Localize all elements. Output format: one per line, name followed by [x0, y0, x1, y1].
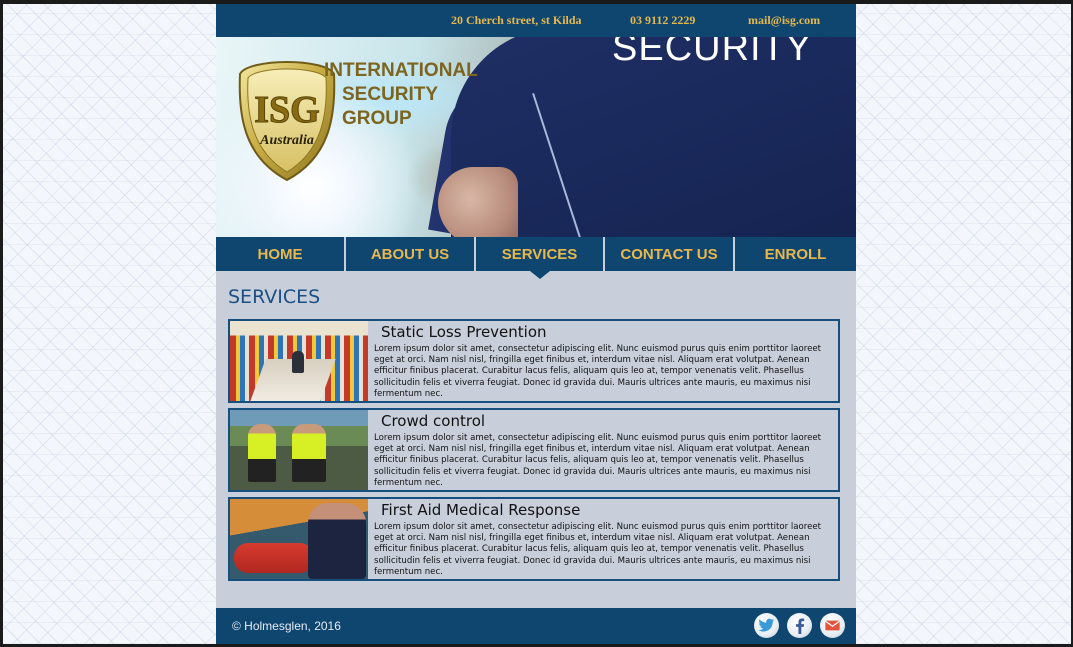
medic-figure [308, 503, 366, 579]
copyright-text: © Holmesglen, 2016 [232, 619, 341, 633]
page-title: SERVICES [228, 286, 321, 308]
service-image-first-aid [230, 499, 368, 579]
service-title: First Aid Medical Response [381, 501, 581, 519]
isg-logo-badge[interactable]: ISG Australia [238, 60, 336, 182]
service-card-static-loss[interactable]: Static Loss Prevention Lorem ipsum dolor… [228, 319, 840, 403]
facebook-f-icon [795, 618, 804, 634]
service-description: Lorem ipsum dolor sit amet, consectetur … [374, 344, 822, 399]
site-footer: © Holmesglen, 2016 [216, 608, 856, 644]
service-description: Lorem ipsum dolor sit amet, consectetur … [374, 522, 822, 577]
svg-text:Australia: Australia [259, 133, 314, 148]
service-image-crowd [230, 410, 368, 490]
nav-about-us[interactable]: ABOUT US [346, 237, 476, 271]
email-link[interactable]: mail@isg.com [748, 13, 820, 28]
service-title: Static Loss Prevention [381, 323, 547, 341]
banner-shirt-text: SECURITY [612, 37, 813, 69]
contact-bar: 20 Cherch street, st Kilda 03 9112 2229 … [216, 4, 856, 37]
address-text: 20 Cherch street, st Kilda [451, 13, 582, 27]
banner-arm [438, 167, 518, 237]
guard-figure-2 [292, 424, 326, 482]
logo-line-1: INTERNATIONAL [324, 60, 478, 81]
nav-contact-us[interactable]: CONTACT US [605, 237, 735, 271]
phone-text: 03 9112 2229 [630, 13, 696, 27]
nav-services[interactable]: SERVICES [476, 237, 605, 279]
service-card-crowd-control[interactable]: Crowd control Lorem ipsum dolor sit amet… [228, 408, 840, 492]
mail-icon[interactable] [820, 613, 845, 638]
patient-figure [234, 543, 314, 573]
twitter-bird-icon [758, 618, 775, 632]
twitter-icon[interactable] [754, 613, 779, 638]
hero-banner: SECURITY ISG Australia INTERNATIONAL SEC [216, 37, 856, 237]
main-nav: HOME ABOUT US SERVICES CONTACT US ENROLL [216, 237, 856, 279]
logo-line-2: SECURITY [342, 84, 439, 105]
service-image-store [230, 321, 368, 401]
service-title: Crowd control [381, 412, 486, 430]
logo-wordmark: INTERNATIONAL SECURITY GROUP [324, 59, 478, 131]
nav-enroll[interactable]: ENROLL [735, 237, 856, 271]
logo-line-3: GROUP [342, 108, 412, 129]
site-container: 20 Cherch street, st Kilda 03 9112 2229 … [216, 4, 856, 644]
guard-figure-1 [248, 424, 276, 482]
svg-text:ISG: ISG [254, 89, 319, 131]
service-card-first-aid[interactable]: First Aid Medical Response Lorem ipsum d… [228, 497, 840, 581]
nav-home[interactable]: HOME [216, 237, 346, 271]
facebook-icon[interactable] [787, 613, 812, 638]
envelope-icon [825, 620, 840, 631]
service-description: Lorem ipsum dolor sit amet, consectetur … [374, 433, 822, 488]
